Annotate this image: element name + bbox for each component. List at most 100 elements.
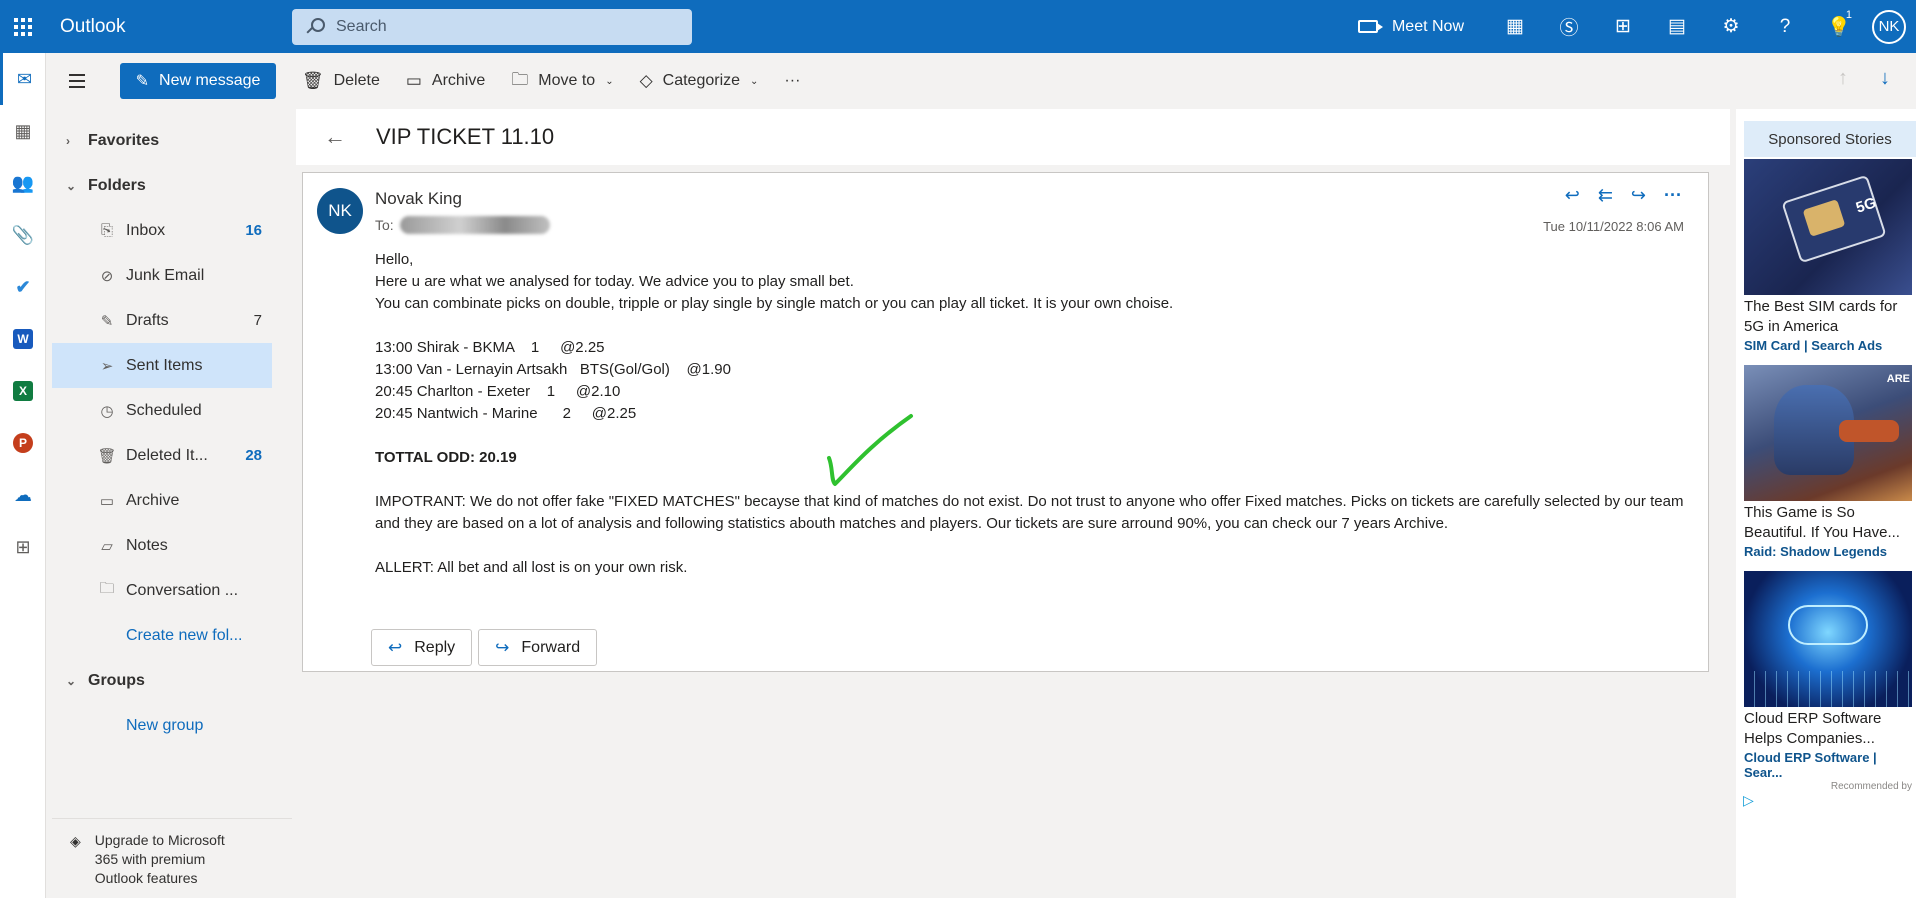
sender-name[interactable]: Novak King xyxy=(375,189,462,209)
forward-icon[interactable]: ↪ xyxy=(1631,185,1646,206)
new-group-link[interactable]: New group xyxy=(52,703,292,748)
ad-card[interactable]: 5G The Best SIM cards for 5G in America … xyxy=(1744,159,1912,353)
move-to-button[interactable]: 🗀 Move to ⌄ xyxy=(511,67,613,96)
tips-lightbulb-icon[interactable]: 💡 1 xyxy=(1812,0,1866,53)
categorize-button[interactable]: ◇ Categorize ⌄ xyxy=(640,71,759,91)
search-box[interactable]: Search xyxy=(292,9,692,45)
unread-count: 28 xyxy=(245,447,262,464)
reply-button[interactable]: ↩ Reply xyxy=(371,629,473,666)
more-apps-icon[interactable]: ⊞ xyxy=(0,521,46,573)
junk-icon: ⊘ xyxy=(100,267,114,285)
item-count: 7 xyxy=(253,312,262,329)
archive-label: Archive xyxy=(431,72,486,89)
new-message-label: New message xyxy=(159,72,261,89)
folder-label: Deleted It... xyxy=(126,446,208,464)
body-line: Here u are what we analysed for today. W… xyxy=(375,273,854,290)
folder-deleted-items[interactable]: 🗑 Deleted It... 28 xyxy=(52,433,292,478)
notification-badge: 1 xyxy=(1845,9,1852,21)
upgrade-text: Upgrade to Microsoft 365 with premium Ou… xyxy=(94,832,225,886)
ad-title: The Best SIM cards for 5G in America xyxy=(1744,298,1898,335)
message-body: Hello, Here u are what we analysed for t… xyxy=(375,249,1695,579)
excel-icon[interactable]: X xyxy=(0,365,46,417)
total-odd: TOTTAL ODD: 20.19 xyxy=(375,449,517,466)
categorize-label: Categorize xyxy=(662,72,741,89)
folder-drafts[interactable]: ✎ Drafts 7 xyxy=(52,298,292,343)
todo-check-icon[interactable]: ✔ xyxy=(0,261,46,313)
trash-icon: 🗑 xyxy=(97,447,117,465)
command-bar: ✎ New message 🗑 Delete ▭ Archive 🗀 Move … xyxy=(46,53,1916,109)
meet-now-button[interactable]: Meet Now xyxy=(1357,18,1464,36)
groups-section[interactable]: ⌄ Groups xyxy=(52,658,292,703)
recommended-by-label: Recommended by xyxy=(1830,781,1912,792)
app-launcher-icon[interactable] xyxy=(0,0,46,53)
adchoices-icon[interactable]: ▷ xyxy=(1743,792,1754,809)
groups-label: Groups xyxy=(88,671,145,689)
help-icon[interactable]: ? xyxy=(1758,0,1812,53)
forward-icon: ↪ xyxy=(495,637,510,657)
arrow-down-icon[interactable]: ↓ xyxy=(1880,67,1890,90)
sponsored-header: Sponsored Stories xyxy=(1744,121,1916,157)
settings-gear-icon[interactable]: ⚙ xyxy=(1704,0,1758,53)
app-rail: ✉ ▦ 👥 📎 ✔ W X P ☁ ⊞ xyxy=(0,53,46,898)
folder-conversation-history[interactable]: 🗀 Conversation ... xyxy=(52,568,292,613)
alert-paragraph: ALLERT: All bet and all lost is on your … xyxy=(375,559,688,576)
teams-icon[interactable]: ⊞ xyxy=(1596,0,1650,53)
ad-card[interactable]: ARE This Game is So Beautiful. If You Ha… xyxy=(1744,365,1912,559)
tag-icon: ◇ xyxy=(639,71,653,90)
note-icon: ▱ xyxy=(101,537,113,555)
word-icon[interactable]: W xyxy=(0,313,46,365)
hamburger-menu-icon[interactable] xyxy=(54,74,100,88)
chevron-right-icon: › xyxy=(66,133,70,148)
reading-pane: ← VIP TICKET 11.10 NK Novak King To: ↩ ⇇… xyxy=(292,109,1732,898)
qr-code-icon[interactable]: ▦ xyxy=(1488,0,1542,53)
archive-button[interactable]: ▭ Archive xyxy=(406,71,485,91)
folders-label: Folders xyxy=(88,176,146,194)
unread-count: 16 xyxy=(245,222,262,239)
arrow-up-icon[interactable]: ↑ xyxy=(1838,67,1848,90)
reply-icon[interactable]: ↩ xyxy=(1565,185,1580,206)
chevron-down-icon: ⌄ xyxy=(66,178,77,193)
folder-archive[interactable]: ▭ Archive xyxy=(52,478,292,523)
more-actions-button[interactable]: ··· xyxy=(784,72,800,90)
folders-section[interactable]: ⌄ Folders xyxy=(52,163,292,208)
folder-scheduled[interactable]: ◷ Scheduled xyxy=(52,388,292,433)
calendar-icon[interactable]: ▦ xyxy=(0,105,46,157)
app-title[interactable]: Outlook xyxy=(60,16,290,38)
chevron-down-icon: ⌄ xyxy=(66,673,77,688)
folder-label: Conversation ... xyxy=(126,581,239,599)
delete-button[interactable]: 🗑 Delete xyxy=(302,71,380,91)
folder-notes[interactable]: ▱ Notes xyxy=(52,523,292,568)
calendar-edit-icon[interactable]: ▤ xyxy=(1650,0,1704,53)
recipient-line: To: xyxy=(375,216,550,234)
new-message-button[interactable]: ✎ New message xyxy=(120,63,276,99)
mail-icon[interactable]: ✉ xyxy=(0,53,46,105)
folder-inbox[interactable]: ⎘ Inbox 16 xyxy=(52,208,292,253)
folder-label: Inbox xyxy=(126,221,166,239)
more-options-icon[interactable]: ··· xyxy=(1664,185,1682,206)
forward-button[interactable]: ↪ Forward xyxy=(478,629,598,666)
ad-card[interactable]: Cloud ERP Software Helps Companies... Cl… xyxy=(1744,571,1912,780)
sender-avatar[interactable]: NK xyxy=(317,188,363,234)
greeting: Hello, xyxy=(375,251,414,268)
create-new-folder-link[interactable]: Create new fol... xyxy=(52,613,292,658)
body-line: You can combinate picks on double, tripp… xyxy=(375,295,1174,312)
skype-icon[interactable]: Ⓢ xyxy=(1542,0,1596,53)
favorites-label: Favorites xyxy=(88,131,160,149)
reply-all-icon[interactable]: ⇇ xyxy=(1598,185,1613,206)
back-arrow-icon[interactable]: ← xyxy=(306,124,364,150)
favorites-section[interactable]: › Favorites xyxy=(52,118,292,163)
top-bar: Outlook Search Meet Now ▦ Ⓢ ⊞ ▤ ⚙ ? 💡 1 N… xyxy=(0,0,1916,53)
attachment-icon[interactable]: 📎 xyxy=(0,209,46,261)
onedrive-icon[interactable]: ☁ xyxy=(0,469,46,521)
chevron-down-icon: ⌄ xyxy=(750,75,759,87)
ad-title: Cloud ERP Software Helps Companies... xyxy=(1744,710,1882,747)
powerpoint-icon[interactable]: P xyxy=(0,417,46,469)
upgrade-banner[interactable]: ◈ Upgrade to Microsoft 365 with premium … xyxy=(52,818,292,888)
chevron-down-icon: ⌄ xyxy=(605,75,614,87)
folder-junk-email[interactable]: ⊘ Junk Email xyxy=(52,253,292,298)
folder-sent-items[interactable]: ➢ Sent Items xyxy=(52,343,272,388)
user-avatar[interactable]: NK xyxy=(1872,9,1906,44)
reply-buttons: ↩ Reply ↪ Forward xyxy=(371,629,598,666)
archive-icon: ▭ xyxy=(405,71,422,90)
people-icon[interactable]: 👥 xyxy=(0,157,46,209)
